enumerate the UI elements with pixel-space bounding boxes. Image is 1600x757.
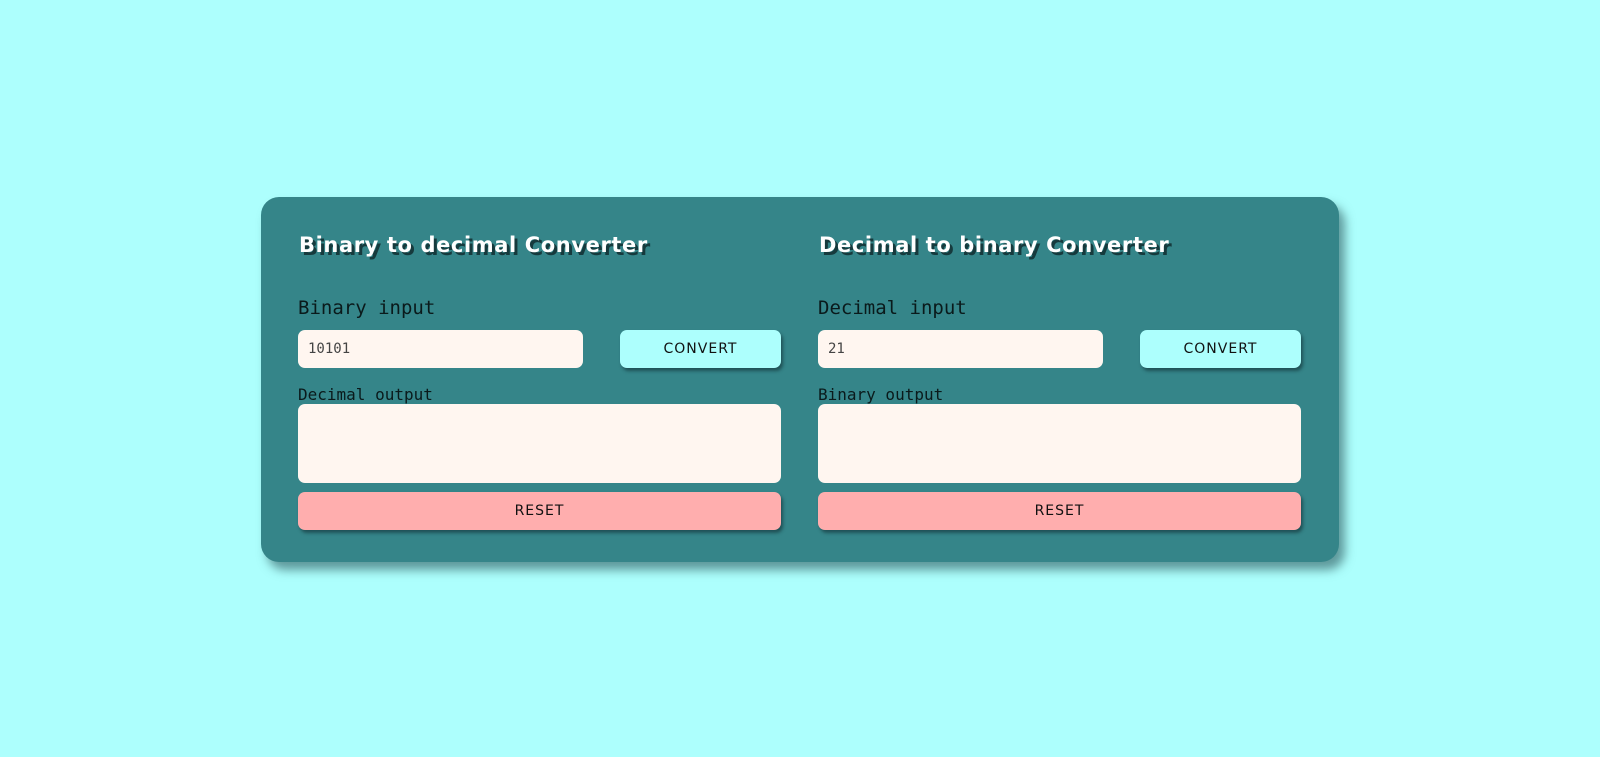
decimal-output-field[interactable]	[298, 404, 781, 483]
decimal-input[interactable]	[818, 330, 1103, 368]
binary-output-field[interactable]	[818, 404, 1301, 483]
decimal-convert-button[interactable]: CONVERT	[1140, 330, 1301, 368]
decimal-input-label: Decimal input	[818, 297, 967, 319]
binary-output-label: Binary output	[818, 385, 944, 404]
binary-input[interactable]	[298, 330, 583, 368]
binary-to-decimal-panel: Binary to decimal Converter Binary input…	[298, 197, 781, 562]
decimal-reset-button[interactable]: RESET	[818, 492, 1301, 530]
binary-to-decimal-title: Binary to decimal Converter	[299, 233, 648, 257]
converter-card: Binary to decimal Converter Binary input…	[261, 197, 1339, 562]
binary-reset-button[interactable]: RESET	[298, 492, 781, 530]
binary-convert-button[interactable]: CONVERT	[620, 330, 781, 368]
decimal-output-label: Decimal output	[298, 385, 433, 404]
decimal-to-binary-title: Decimal to binary Converter	[819, 233, 1170, 257]
binary-input-label: Binary input	[298, 297, 436, 319]
decimal-to-binary-panel: Decimal to binary Converter Decimal inpu…	[818, 197, 1301, 562]
